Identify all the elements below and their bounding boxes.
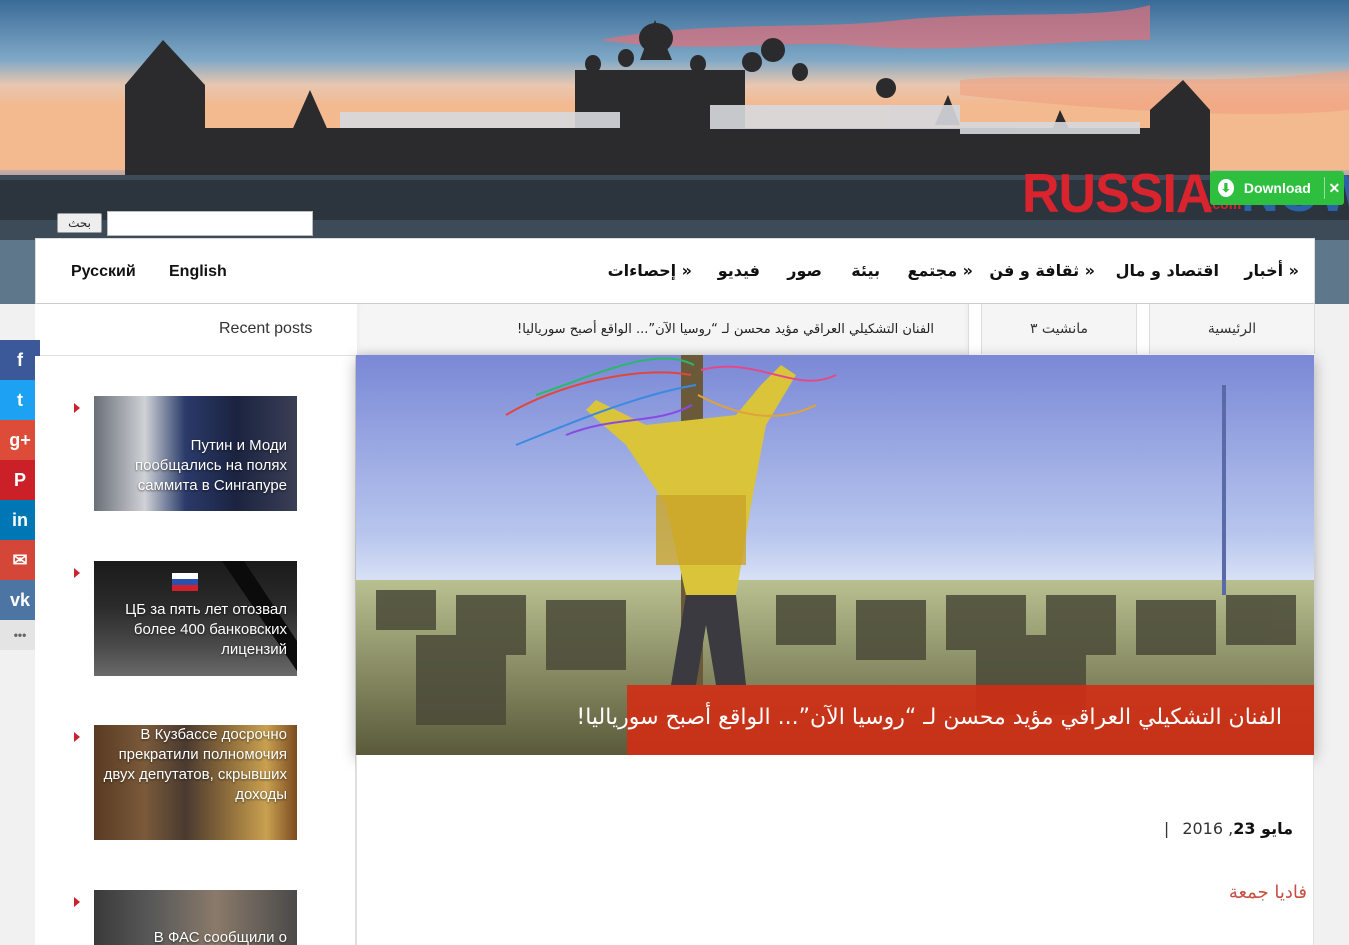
featured-article-title[interactable]: الفنان التشكيلي العراقي مؤيد محسن لـ “رو… (576, 685, 1314, 755)
logo-russia-text: RUSSIA (1022, 163, 1213, 225)
download-button[interactable]: ⬇ Download ✕ (1210, 171, 1344, 205)
nav-item-news[interactable]: أخبار » (1244, 261, 1299, 280)
recent-posts-sidebar: Путин и Моди пообщались на полях саммита… (35, 356, 356, 945)
share-vk-button[interactable]: vk (0, 580, 40, 620)
tab-home[interactable]: الرئيسية (1149, 304, 1315, 354)
post-title[interactable]: ЦБ за пять лет отозвал более 400 банковс… (102, 600, 287, 660)
share-email-button[interactable]: ✉ (0, 540, 40, 580)
article-date: مايو 23, 2016 | (1164, 819, 1293, 838)
search-button[interactable]: بحث (57, 213, 102, 233)
article-date-year: , 2016 (1182, 819, 1234, 838)
vk-icon: vk (9, 589, 31, 610)
share-pinterest-button[interactable]: P (0, 460, 40, 500)
recent-post-item[interactable]: В Кузбассе досрочно прекратили полномочи… (94, 725, 297, 840)
bullet-arrow-icon (74, 897, 80, 907)
featured-article-image[interactable]: الفنان التشكيلي العراقي مؤيد محسن لـ “رو… (356, 355, 1314, 755)
twitter-icon: t (17, 389, 23, 410)
recent-post-item[interactable]: В ФАС сообщили о (94, 890, 297, 945)
share-facebook-button[interactable]: f (0, 340, 40, 380)
tab-headline-3[interactable]: مانشيت ٣ (981, 304, 1137, 354)
news-ticker[interactable]: الفنان التشكيلي العراقي مؤيد محسن لـ “رو… (357, 304, 969, 356)
nav-item-photos[interactable]: صور (787, 261, 822, 280)
article-author[interactable]: فاديا جمعة (1229, 882, 1307, 903)
share-google-plus-button[interactable]: g+ (0, 420, 40, 460)
more-icon: ••• (13, 628, 27, 642)
language-russian[interactable]: Русский (71, 263, 136, 281)
nav-item-statistics[interactable]: إحصاءات » (608, 261, 692, 280)
recent-post-item[interactable]: ЦБ за пять лет отозвал более 400 банковс… (94, 561, 297, 676)
recent-posts-title: Recent posts (219, 320, 313, 337)
nav-item-environment[interactable]: بيئة (851, 261, 880, 280)
article-content: مايو 23, 2016 | فاديا جمعة (356, 755, 1314, 945)
search-input[interactable] (107, 211, 313, 236)
language-english[interactable]: English (169, 263, 227, 281)
email-icon: ✉ (12, 549, 28, 570)
bullet-arrow-icon (74, 732, 80, 742)
nav-item-video[interactable]: فيديو (718, 261, 760, 280)
share-linkedin-button[interactable]: in (0, 500, 40, 540)
facebook-icon: f (17, 349, 23, 370)
pinterest-icon: P (13, 469, 26, 490)
secondary-bar: Recent posts الفنان التشكيلي العراقي مؤي… (35, 304, 1315, 356)
download-arrow-icon: ⬇ (1218, 179, 1234, 197)
post-title[interactable]: Путин и Моди пообщались на полях саммита… (102, 436, 287, 496)
article-date-day: مايو 23 (1233, 819, 1293, 838)
google-plus-icon: g+ (9, 429, 31, 450)
social-share-bar: f t g+ Pin ✉ vk ••• (0, 340, 40, 650)
bullet-arrow-icon (74, 403, 80, 413)
post-title[interactable]: В ФАС сообщили о (102, 928, 287, 945)
post-title[interactable]: В Кузбассе досрочно прекратили полномочи… (102, 725, 287, 805)
date-separator: | (1163, 819, 1170, 838)
share-twitter-button[interactable]: t (0, 380, 40, 420)
download-label: Download (1243, 180, 1311, 196)
nav-item-society[interactable]: مجتمع » (907, 261, 973, 280)
close-icon[interactable]: ✕ (1325, 180, 1344, 197)
ticker-headline[interactable]: الفنان التشكيلي العراقي مؤيد محسن لـ “رو… (517, 322, 934, 337)
recent-post-item[interactable]: Путин и Моди пообщались на полях саммита… (94, 396, 297, 511)
bullet-arrow-icon (74, 568, 80, 578)
main-navigation: Русский English أخبار » اقتصاد و مال ثقا… (35, 238, 1315, 304)
linkedin-icon: in (12, 509, 28, 530)
nav-item-culture[interactable]: ثقافة و فن » (989, 261, 1095, 280)
share-more-button[interactable]: ••• (0, 620, 40, 650)
nav-item-economy[interactable]: اقتصاد و مال (1116, 261, 1219, 280)
